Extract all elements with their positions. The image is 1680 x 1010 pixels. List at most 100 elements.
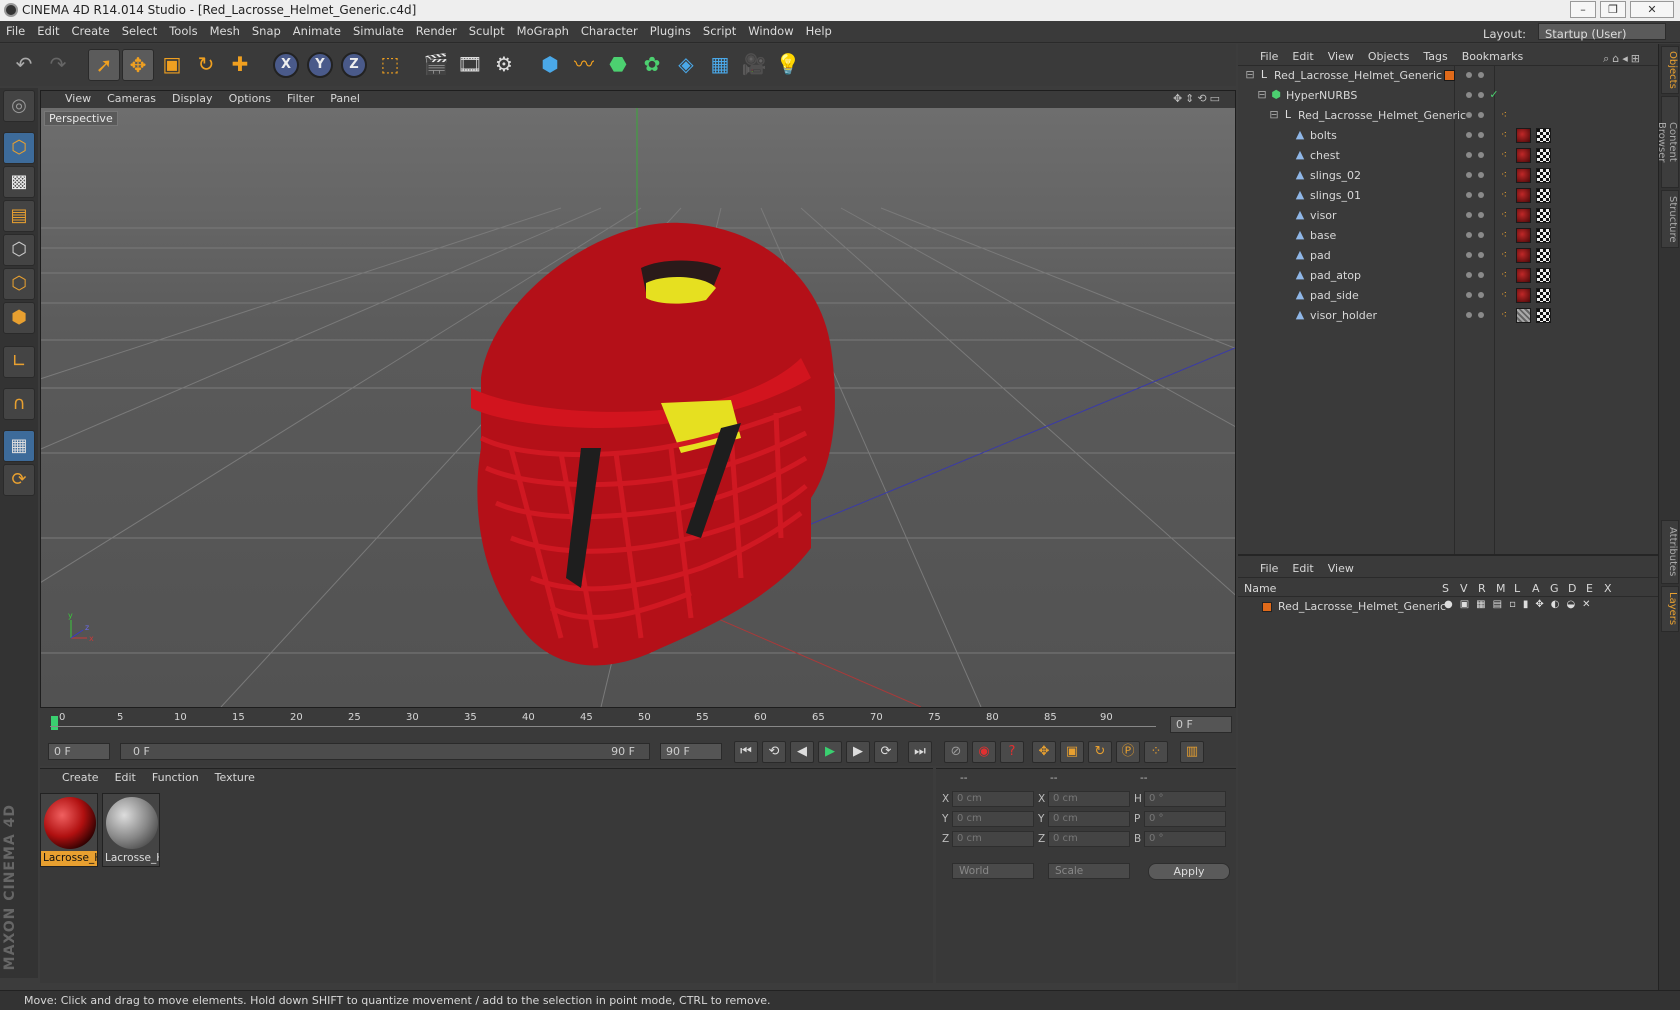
menu-create[interactable]: Create [66, 21, 116, 38]
position-y-field[interactable]: 0 cm [952, 811, 1034, 827]
z-axis-lock[interactable]: Z [341, 52, 367, 78]
phong-tag-icon[interactable]: ⁖ [1498, 249, 1510, 261]
menu-help[interactable]: Help [800, 21, 838, 38]
render-picture-viewer-icon[interactable]: 🎞 [454, 49, 486, 81]
render-visibility-dot[interactable] [1478, 292, 1484, 298]
uvw-tag-icon[interactable] [1536, 188, 1551, 203]
menu-character[interactable]: Character [575, 21, 644, 38]
timeline-ruler[interactable]: 0 5 10 15 20 25 30 35 40 45 50 55 60 65 … [40, 708, 1236, 738]
coordinate-system-icon[interactable]: ⬚ [374, 49, 406, 81]
workplane-mode-icon[interactable]: ▤ [3, 200, 35, 232]
menu-script[interactable]: Script [697, 21, 742, 38]
phong-tag-icon[interactable]: ⁖ [1498, 269, 1510, 281]
move-tool-icon[interactable]: ✥ [122, 49, 154, 81]
object-row[interactable]: ▲ slings_02 ⁖ [1238, 166, 1658, 186]
polygons-mode-icon[interactable]: ⬢ [3, 302, 35, 334]
tree-toggle-icon[interactable]: ⊟ [1256, 89, 1268, 101]
scale-y-field[interactable]: 0 cm [1048, 811, 1130, 827]
uvw-tag-icon[interactable] [1536, 308, 1551, 323]
auto-key-icon[interactable]: ◉ [972, 741, 996, 763]
uvw-tag-icon[interactable] [1536, 168, 1551, 183]
tab-objects[interactable]: Objects [1661, 46, 1679, 94]
layer-menu-edit[interactable]: Edit [1285, 558, 1320, 575]
make-editable-icon[interactable]: ◎ [3, 90, 35, 122]
key-parameter-icon[interactable]: Ⓟ [1116, 741, 1140, 763]
menu-render[interactable]: Render [410, 21, 463, 38]
timeline-playhead[interactable] [51, 716, 58, 730]
editor-visibility-dot[interactable] [1466, 92, 1472, 98]
rotation-p-field[interactable]: 0 ° [1144, 811, 1226, 827]
prev-frame-icon[interactable]: ◀ [790, 741, 814, 763]
material-tag-icon[interactable] [1516, 208, 1531, 223]
spline-icon[interactable]: 〰 [568, 49, 600, 81]
snap-magnet-icon[interactable]: ∩ [3, 388, 35, 420]
material-swatch[interactable]: Lacrosse_H [40, 793, 98, 867]
tab-content-browser[interactable]: Content Browser [1656, 96, 1679, 188]
texture-mode-icon[interactable]: ▩ [3, 166, 35, 198]
menu-simulate[interactable]: Simulate [347, 21, 410, 38]
viewport-menu-view[interactable]: View [41, 91, 99, 105]
key-position-icon[interactable]: ✥ [1032, 741, 1056, 763]
menu-plugins[interactable]: Plugins [644, 21, 697, 38]
editor-visibility-dot[interactable] [1466, 152, 1472, 158]
material-tag-icon[interactable] [1516, 248, 1531, 263]
object-row[interactable]: ▲ chest ⁖ [1238, 146, 1658, 166]
floor-icon[interactable]: ▦ [704, 49, 736, 81]
phong-tag-icon[interactable]: ⁖ [1498, 189, 1510, 201]
render-visibility-dot[interactable] [1478, 272, 1484, 278]
prev-key-icon[interactable]: ⟲ [762, 741, 786, 763]
y-axis-lock[interactable]: Y [307, 52, 333, 78]
phong-tag-icon[interactable]: ⁖ [1498, 169, 1510, 181]
material-menu-texture[interactable]: Texture [207, 769, 263, 784]
phong-tag-icon[interactable]: ⁖ [1498, 109, 1510, 121]
material-tag-icon[interactable] [1516, 148, 1531, 163]
material-menu-create[interactable]: Create [40, 769, 107, 784]
object-menu-tags[interactable]: Tags [1416, 46, 1454, 63]
uvw-tag-icon[interactable] [1536, 128, 1551, 143]
material-tag-icon[interactable] [1516, 288, 1531, 303]
object-menu-objects[interactable]: Objects [1361, 46, 1417, 63]
render-visibility-dot[interactable] [1478, 132, 1484, 138]
cube-primitive-icon[interactable]: ⬢ [534, 49, 566, 81]
live-selection-icon[interactable]: ➚ [88, 49, 120, 81]
menu-window[interactable]: Window [742, 21, 799, 38]
render-visibility-dot[interactable] [1478, 172, 1484, 178]
phong-tag-icon[interactable]: ⁖ [1498, 149, 1510, 161]
lock-workplane-icon[interactable]: ▦ [3, 430, 35, 462]
editor-visibility-dot[interactable] [1466, 272, 1472, 278]
viewport-menu-cameras[interactable]: Cameras [99, 91, 164, 105]
object-row[interactable]: ▲ slings_01 ⁖ [1238, 186, 1658, 206]
rotation-b-field[interactable]: 0 ° [1144, 831, 1226, 847]
undo-icon[interactable]: ↶ [8, 49, 40, 81]
editor-visibility-dot[interactable] [1466, 292, 1472, 298]
editor-visibility-dot[interactable] [1466, 112, 1472, 118]
render-visibility-dot[interactable] [1478, 192, 1484, 198]
material-tag-icon[interactable] [1516, 268, 1531, 283]
phong-tag-icon[interactable]: ⁖ [1498, 289, 1510, 301]
material-tag-icon[interactable] [1516, 308, 1531, 323]
range-slider[interactable]: 0 F 90 F [120, 743, 650, 760]
camera-icon[interactable]: 🎥 [738, 49, 770, 81]
timeline-window-icon[interactable]: ▥ [1180, 741, 1204, 763]
render-visibility-dot[interactable] [1478, 312, 1484, 318]
render-visibility-dot[interactable] [1478, 232, 1484, 238]
uvw-tag-icon[interactable] [1536, 288, 1551, 303]
enabled-check-icon[interactable]: ✓ [1488, 89, 1500, 101]
menu-mograph[interactable]: MoGraph [511, 21, 575, 38]
material-swatch[interactable]: Lacrosse_H [102, 793, 160, 867]
light-icon[interactable]: 💡 [772, 49, 804, 81]
editor-visibility-dot[interactable] [1466, 72, 1472, 78]
menu-snap[interactable]: Snap [246, 21, 287, 38]
minimize-button[interactable]: – [1570, 1, 1596, 18]
phong-tag-icon[interactable]: ⁖ [1498, 309, 1510, 321]
viewport-menu-panel[interactable]: Panel [322, 91, 368, 105]
key-rotation-icon[interactable]: ↻ [1088, 741, 1112, 763]
object-menu-file[interactable]: File [1238, 46, 1285, 63]
viewport-menu-options[interactable]: Options [221, 91, 279, 105]
object-row[interactable]: ⊟ ⬢ HyperNURBS ✓ [1238, 86, 1658, 106]
object-row[interactable]: ▲ pad ⁖ [1238, 246, 1658, 266]
layer-row[interactable]: Red_Lacrosse_Helmet_Generic ●▣▦▤▫▮✥◐◒✕ [1238, 598, 1658, 616]
current-frame-field[interactable]: 0 F [1170, 716, 1232, 733]
editor-visibility-dot[interactable] [1466, 212, 1472, 218]
object-search-icon[interactable]: ⌕⌂◂⊞ [1596, 48, 1650, 66]
